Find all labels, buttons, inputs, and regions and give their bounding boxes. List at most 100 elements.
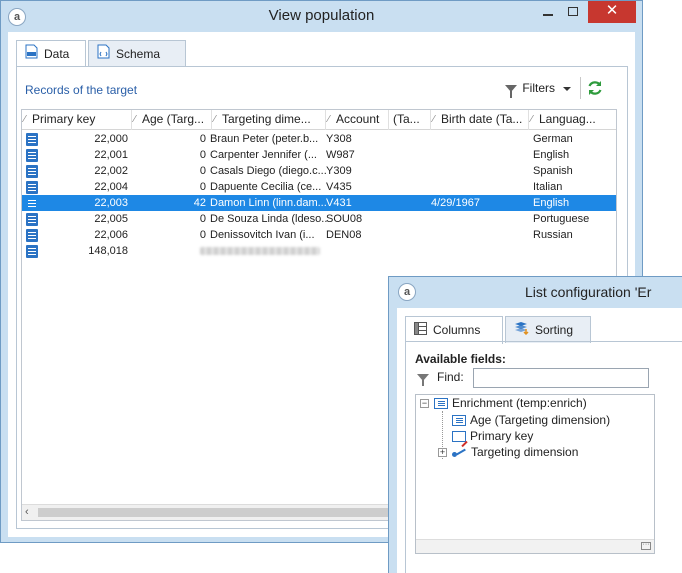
maximize-button[interactable] [561,1,585,23]
table-row[interactable]: 22,006 0 Denissovitch Ivan (i... DEN08 Russi… [22,227,616,243]
cell-birth [431,131,523,147]
cell-language: English [533,149,570,161]
cell-targeting: Casals Diego (diego.c... [210,165,327,177]
cell-age: 0 [199,181,206,193]
column-header-account-ta[interactable]: (Ta... [389,110,431,130]
sort-icon: ⁄ [531,114,533,125]
cell-language: Russian [533,229,573,241]
cell-language: English [533,197,570,209]
sort-icon: ⁄ [24,114,26,125]
tree-node-age[interactable]: Age (Targeting dimension) [452,412,610,428]
cell-key: 22,001 [94,149,128,161]
grid-header: ⁄ Primary key ⁄ Age (Targ... ⁄ Targeting di… [22,110,616,130]
column-header-birth-date[interactable]: ⁄ Birth date (Ta... [431,110,529,130]
refresh-icon [588,81,602,95]
cell-account [326,243,386,259]
cell-targeting: Damon Linn (linn.dam... [210,197,327,209]
cell-birth [431,147,523,163]
cell-account: W987 [326,149,355,161]
link-icon [452,448,468,458]
find-label: Find: [437,370,464,384]
cell-targeting: Denissovitch Ivan (i... [210,229,315,241]
tab-schema-label: Schema [116,47,161,61]
tab-columns[interactable]: Columns [405,316,503,344]
minimize-button[interactable] [536,1,560,23]
cell-targeting: Braun Peter (peter.b... [210,133,319,145]
table-row[interactable]: 22,002 0 Casals Diego (diego.c... Y309 Spani… [22,163,616,179]
tab-columns-label: Columns [433,323,481,337]
record-icon [26,245,38,258]
grid-icon [414,318,427,344]
more-options-icon[interactable]: ··· [641,541,651,550]
app-logo-icon: a [398,283,416,301]
refresh-button[interactable] [586,79,604,97]
cell-key: 22,002 [94,165,128,177]
cell-account: V435 [326,181,352,193]
record-icon [26,197,38,210]
minimize-icon [543,14,553,16]
tree-node-targeting-dimension[interactable]: Targeting dimension [452,444,578,460]
column-header-account[interactable]: ⁄ Account [326,110,389,130]
tree-footer: ··· [416,539,654,553]
cell-age: 0 [199,165,206,177]
table-row[interactable]: 22,004 0 Dapuente Cecilia (ce... V435 Italia… [22,179,616,195]
column-header-targeting-dimension[interactable]: ⁄ Targeting dime... [212,110,326,130]
tree-node-primary-key[interactable]: Primary key [452,428,533,444]
filter-icon [417,374,429,387]
table-row[interactable]: 22,005 0 De Souza Linda (ldeso... SOU08 Port… [22,211,616,227]
cell-age: 0 [199,213,206,225]
chevron-down-icon [563,86,572,91]
cell-birth [431,179,523,195]
tree-node-enrichment[interactable]: Enrichment (temp:enrich) [434,395,587,411]
cell-age: 0 [199,229,206,241]
config-client: Columns Sorting Available fields: Find: … [397,308,682,573]
table-row[interactable]: 22,001 0 Carpenter Jennifer (... W987 Englis… [22,147,616,163]
sort-icon: ⁄ [134,114,136,125]
cell-age [132,243,206,259]
cell-language [533,243,616,259]
expand-icon[interactable]: + [438,448,447,457]
cell-targeting: Carpenter Jennifer (... [210,149,317,161]
records-title: Records of the target [25,83,138,97]
tab-schema[interactable]: Schema [88,40,186,67]
column-header-primary-key[interactable]: ⁄ Primary key [22,110,132,130]
schema-icon [97,42,110,68]
table-row[interactable]: 22,003 42 Damon Linn (linn.dam... V431 4/29/… [22,195,616,211]
tab-data[interactable]: Data [16,40,86,68]
title-bar[interactable]: a View population ✕ [1,1,642,32]
cell-birth [431,163,523,179]
filters-button[interactable]: Filters [505,81,572,99]
cell-language: German [533,133,573,145]
cell-age: 0 [199,133,206,145]
scrollbar-thumb[interactable] [38,508,388,517]
table-row[interactable]: 22,000 0 Braun Peter (peter.b... Y308 German [22,131,616,147]
sort-icon: ⁄ [433,114,435,125]
record-icon [26,149,38,162]
key-icon [452,431,466,443]
close-button[interactable]: ✕ [588,1,636,23]
sort-icon: ⁄ [328,114,330,125]
cell-account: V431 [326,197,352,209]
available-fields-tree[interactable]: − Enrichment (temp:enrich) Age (Targetin… [415,394,655,554]
collapse-icon[interactable]: − [420,399,429,408]
table-row[interactable]: 148,018 [22,243,616,259]
cell-targeting: Dapuente Cecilia (ce... [210,181,322,193]
sort-icon: ⁄ [214,114,216,125]
cell-birth [431,243,523,259]
cell-key: 22,006 [94,229,128,241]
cell-targeting: De Souza Linda (ldeso... [210,213,328,225]
record-icon [26,213,38,226]
find-input[interactable] [473,368,649,388]
list-icon [452,415,466,427]
cell-age: 0 [199,149,206,161]
column-header-language[interactable]: ⁄ Languag... [529,110,616,130]
cell-key: 22,005 [94,213,128,225]
tab-sorting[interactable]: Sorting [505,316,591,343]
cell-language: Italian [533,181,563,193]
list-icon [434,398,448,410]
cell-language: Spanish [533,165,573,177]
tab-data-label: Data [44,47,70,61]
scroll-left-icon[interactable]: ‹ [25,505,29,520]
column-header-age[interactable]: ⁄ Age (Targ... [132,110,212,130]
filter-icon [505,85,517,99]
